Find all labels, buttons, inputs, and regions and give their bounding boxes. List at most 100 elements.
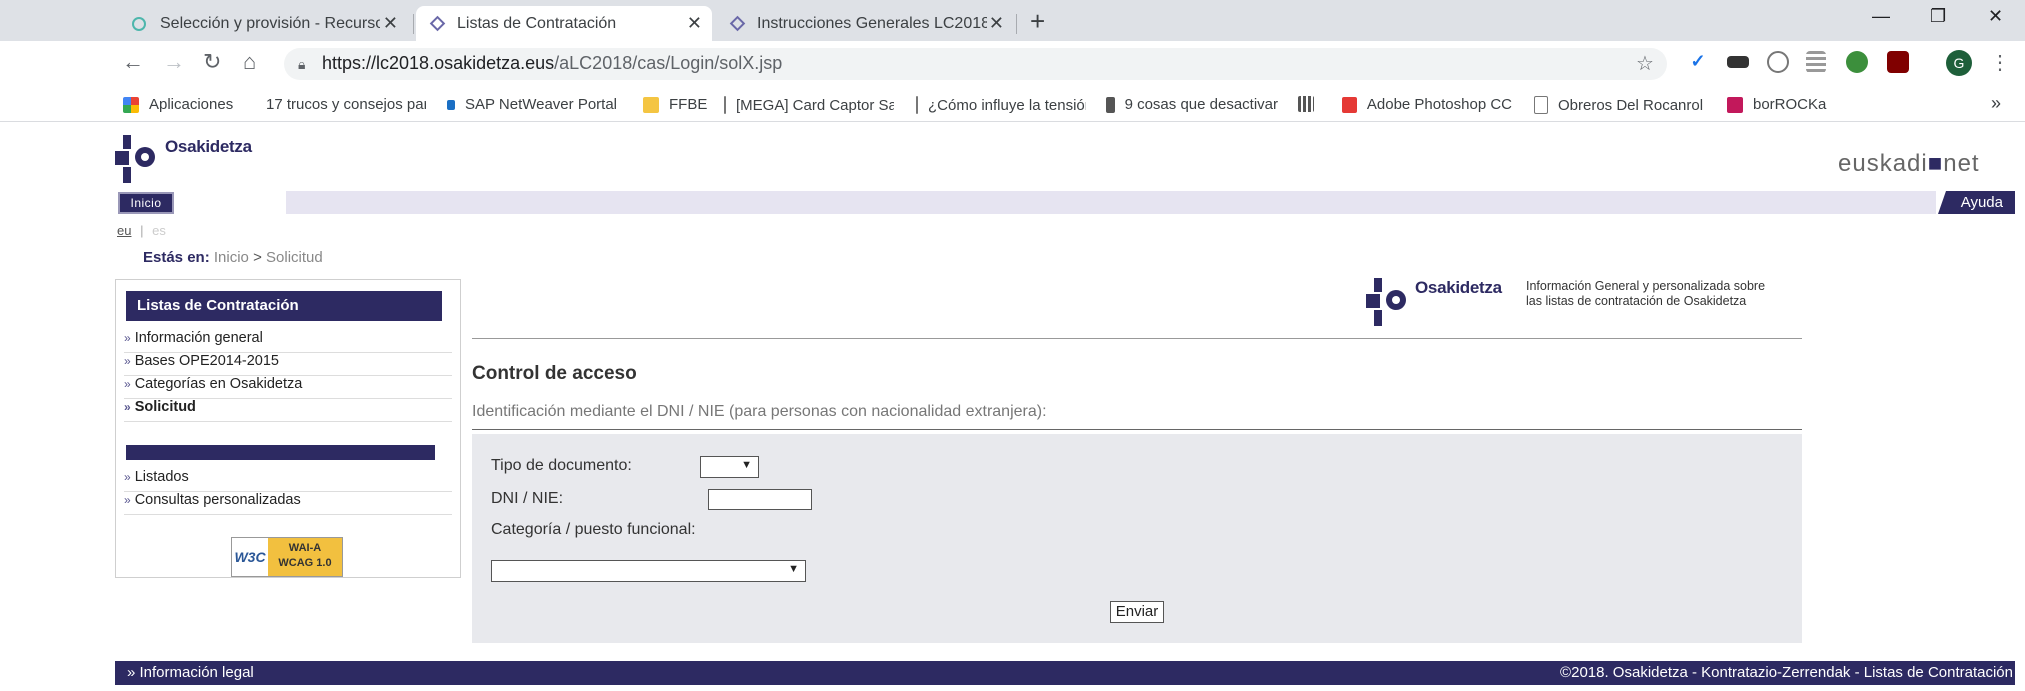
reload-icon[interactable]: ↻ — [203, 49, 221, 75]
bookmark-label: ¿Cómo influye la tensión — [928, 96, 1086, 114]
inicio-button[interactable]: Inicio — [118, 192, 174, 214]
bookmarks-overflow-button[interactable]: » — [1991, 93, 2001, 114]
bookmark-label: FFBE — [669, 96, 708, 113]
bookmark-tension[interactable]: ¿Cómo influye la tensión — [916, 96, 1086, 114]
euskadi-text: euskadi — [1838, 150, 1928, 177]
osakidetza-logo-icon — [1366, 278, 1406, 326]
lang-es-link: es — [152, 223, 166, 238]
sidebar-item-label: Consultas personalizadas — [134, 492, 301, 508]
info-logo-text: Osakidetza — [1415, 278, 1502, 297]
info-description: Información General y personalizada sobr… — [1526, 279, 1786, 309]
breadcrumb-home-link[interactable]: Inicio — [214, 249, 249, 266]
tab-favicon-icon — [429, 15, 446, 32]
menu-kebab-icon[interactable]: ⋮ — [1990, 50, 2010, 75]
euskadi-mark-icon: ■ — [1927, 150, 1944, 177]
tab-separator — [1016, 14, 1017, 34]
bookmark-label: borROCKa — [1753, 96, 1827, 113]
wai-level: WAI-A — [288, 542, 322, 554]
bookmark-trucos[interactable]: 17 trucos y consejos para — [256, 96, 426, 113]
tab-close-icon[interactable]: ✕ — [383, 13, 398, 34]
extension-v-icon[interactable]: ✓ — [1687, 51, 1709, 73]
double-chevron-icon: » — [124, 331, 131, 345]
sidebar-item-bases[interactable]: » Bases OPE2014-2015 — [124, 353, 452, 376]
page-subtitle: Identificación mediante el DNI / NIE (pa… — [472, 403, 1047, 420]
url-path: /aLC2018/cas/Login/solX.jsp — [554, 53, 783, 73]
apps-grid-icon — [123, 96, 139, 113]
extension-lines-icon[interactable] — [1806, 51, 1826, 73]
double-chevron-icon: » — [124, 354, 131, 368]
tipo-documento-select[interactable]: ▼ — [700, 456, 759, 478]
breadcrumb: Estás en: Inicio > Solicitud — [143, 249, 323, 266]
bookmark-label: 17 trucos y consejos para — [266, 96, 426, 113]
sidebar-item-categorias[interactable]: » Categorías en Osakidetza — [124, 376, 452, 399]
minimize-button[interactable]: — — [1872, 6, 1890, 27]
osakidetza-logo-text: Osakidetza — [165, 137, 252, 156]
close-window-button[interactable]: ✕ — [1988, 6, 2003, 27]
new-tab-button[interactable]: + — [1030, 6, 1045, 37]
bookmark-label: SAP NetWeaver Portal — [464, 96, 617, 113]
url-text[interactable]: https://lc2018.osakidetza.eus/aLC2018/ca… — [322, 53, 782, 74]
bookmark-sap[interactable]: SAP NetWeaver Portal — [447, 96, 617, 113]
folder-icon — [643, 96, 659, 113]
tab-listas-contratacion[interactable]: Listas de Contratación ✕ — [416, 6, 712, 41]
info-line-2: las listas de contratación de Osakidetza — [1526, 294, 1747, 308]
euskadi-net-logo[interactable]: euskadi■net — [1838, 150, 1980, 178]
tab-favicon-icon — [132, 16, 146, 31]
wai-a-badge[interactable]: W3C WAI-A WCAG 1.0 — [231, 537, 343, 577]
tab-seleccion[interactable]: Selección y provisión - Recursos Humanos… — [116, 6, 408, 41]
forward-icon[interactable]: → — [163, 49, 185, 75]
tab-title: Selección y provisión - Recursos Humanos — [160, 14, 380, 32]
divider — [472, 429, 1802, 430]
bookmark-label: 9 cosas que desactivar — [1124, 96, 1278, 113]
sidebar-item-listados[interactable]: » Listados — [124, 469, 452, 492]
chevron-down-icon: ▼ — [788, 563, 799, 575]
tab-close-icon[interactable]: ✕ — [687, 13, 702, 34]
tab-close-icon[interactable]: ✕ — [989, 13, 1004, 34]
sidebar-item-label: Categorías en Osakidetza — [134, 376, 303, 392]
informacion-legal-link[interactable]: » Información legal — [127, 664, 254, 681]
back-icon[interactable]: ← — [122, 49, 144, 75]
ayuda-label: Ayuda — [1960, 194, 2003, 211]
lang-eu-link[interactable]: eu — [117, 223, 131, 238]
bookmark-mega[interactable]: [MEGA] Card Captor Sakura — [724, 96, 894, 114]
profile-avatar[interactable]: G — [1946, 50, 1972, 76]
ayuda-button[interactable]: Ayuda — [1938, 191, 2015, 214]
bookmark-apps[interactable]: Aplicaciones — [123, 96, 233, 113]
w3c-logo: W3C — [232, 538, 268, 576]
bookmark-photoshop[interactable]: Adobe Photoshop CC — [1342, 96, 1512, 113]
bookmark-chart[interactable] — [1298, 96, 1324, 112]
home-icon[interactable]: ⌂ — [243, 49, 256, 75]
page-icon — [916, 96, 918, 114]
chevron-down-icon: ▼ — [741, 459, 752, 471]
tipo-documento-label: Tipo de documento: — [491, 457, 632, 474]
double-chevron-icon: » — [124, 377, 131, 391]
extension-globe-icon[interactable] — [1846, 51, 1868, 73]
enviar-button[interactable]: Enviar — [1110, 601, 1164, 623]
categoria-label: Categoría / puesto funcional: — [491, 521, 696, 538]
sidebar-item-consultas[interactable]: » Consultas personalizadas — [124, 492, 452, 515]
bookmark-label: Obreros Del Rocanrol — [1558, 96, 1704, 114]
tab-separator — [413, 14, 414, 34]
sidebar-item-label: Solicitud — [134, 399, 196, 415]
lock-icon[interactable]: 🔒︎ — [298, 56, 305, 73]
dni-nie-input[interactable] — [708, 489, 812, 510]
wcag-version: WCAG 1.0 — [278, 557, 332, 569]
borrocka-icon — [1727, 96, 1743, 113]
bookmark-borrocka[interactable]: borROCKa — [1727, 96, 1826, 113]
extension-incognito-icon[interactable] — [1727, 56, 1749, 68]
extension-block-icon[interactable] — [1767, 51, 1789, 73]
bookmark-obreros[interactable]: Obreros Del Rocanrol — [1534, 96, 1704, 114]
restore-button[interactable]: ❐ — [1930, 6, 1946, 27]
tab-instrucciones[interactable]: Instrucciones Generales LC2018 ✕ — [716, 6, 1014, 41]
sidebar-item-label: Bases OPE2014-2015 — [134, 353, 279, 369]
extension-ublock-icon[interactable] — [1887, 51, 1909, 73]
bookmark-ffbe[interactable]: FFBE — [643, 96, 707, 113]
sidebar-item-informacion-general[interactable]: » Información general — [124, 330, 452, 353]
bookmark-star-icon[interactable]: ☆ — [1636, 51, 1654, 76]
bookmark-desactivar[interactable]: 9 cosas que desactivar — [1106, 96, 1278, 113]
tab-favicon-icon — [729, 15, 746, 32]
categoria-select[interactable]: ▼ — [491, 560, 806, 582]
tab-title: Listas de Contratación — [457, 14, 617, 32]
sidebar-item-solicitud[interactable]: » Solicitud — [124, 399, 452, 422]
divider — [472, 338, 1802, 339]
